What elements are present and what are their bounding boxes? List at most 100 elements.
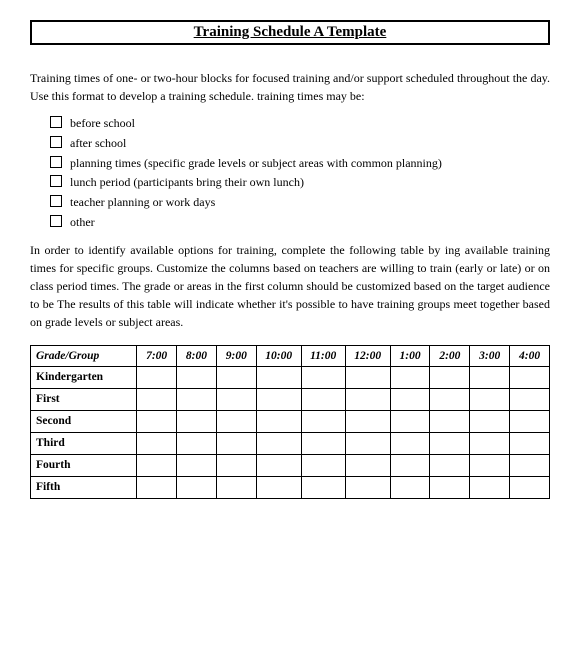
- checkbox-item: lunch period (participants bring their o…: [50, 174, 550, 191]
- time-cell: [301, 454, 345, 476]
- time-cell: [216, 366, 256, 388]
- table-header-cell: 9:00: [216, 345, 256, 366]
- time-cell: [470, 454, 510, 476]
- table-header-cell: Grade/Group: [31, 345, 137, 366]
- time-cell: [301, 432, 345, 454]
- time-cell: [177, 410, 217, 432]
- time-cell: [256, 388, 301, 410]
- checkbox-label: planning times (specific grade levels or…: [70, 155, 442, 172]
- checkbox-item: before school: [50, 115, 550, 132]
- time-cell: [390, 476, 430, 498]
- time-cell: [345, 432, 390, 454]
- time-cell: [345, 366, 390, 388]
- grade-group-cell: Third: [31, 432, 137, 454]
- time-cell: [345, 454, 390, 476]
- time-cell: [301, 366, 345, 388]
- time-cell: [216, 410, 256, 432]
- table-body: KindergartenFirstSecondThirdFourthFifth: [31, 366, 550, 498]
- time-cell: [430, 388, 470, 410]
- table-row: Third: [31, 432, 550, 454]
- checkbox-icon: [50, 156, 62, 168]
- checkbox-icon: [50, 116, 62, 128]
- checkbox-label: other: [70, 214, 95, 231]
- time-cell: [390, 388, 430, 410]
- time-cell: [430, 366, 470, 388]
- time-cell: [256, 454, 301, 476]
- schedule-table: Grade/Group7:008:009:0010:0011:0012:001:…: [30, 345, 550, 499]
- table-header-cell: 12:00: [345, 345, 390, 366]
- table-row: Fifth: [31, 476, 550, 498]
- checkbox-item: teacher planning or work days: [50, 194, 550, 211]
- time-cell: [137, 388, 177, 410]
- time-cell: [256, 366, 301, 388]
- time-cell: [470, 410, 510, 432]
- grade-group-cell: First: [31, 388, 137, 410]
- table-header-cell: 7:00: [137, 345, 177, 366]
- time-cell: [256, 410, 301, 432]
- page-title: Training Schedule A Template: [30, 20, 550, 45]
- checkbox-label: before school: [70, 115, 135, 132]
- table-row: Fourth: [31, 454, 550, 476]
- table-header-row: Grade/Group7:008:009:0010:0011:0012:001:…: [31, 345, 550, 366]
- time-cell: [177, 366, 217, 388]
- table-header-cell: 10:00: [256, 345, 301, 366]
- table-row: Kindergarten: [31, 366, 550, 388]
- table-header-cell: 3:00: [470, 345, 510, 366]
- grade-group-cell: Fourth: [31, 454, 137, 476]
- checkbox-item: after school: [50, 135, 550, 152]
- time-cell: [345, 476, 390, 498]
- time-cell: [430, 410, 470, 432]
- time-cell: [510, 432, 550, 454]
- time-cell: [177, 454, 217, 476]
- checkbox-icon: [50, 215, 62, 227]
- checkbox-label: lunch period (participants bring their o…: [70, 174, 304, 191]
- time-cell: [430, 432, 470, 454]
- checkbox-label: teacher planning or work days: [70, 194, 215, 211]
- time-cell: [137, 454, 177, 476]
- time-cell: [137, 366, 177, 388]
- time-cell: [301, 388, 345, 410]
- grade-group-cell: Fifth: [31, 476, 137, 498]
- time-cell: [470, 388, 510, 410]
- time-cell: [390, 432, 430, 454]
- time-cell: [177, 432, 217, 454]
- time-cell: [510, 476, 550, 498]
- grade-group-cell: Second: [31, 410, 137, 432]
- checkbox-icon: [50, 195, 62, 207]
- time-cell: [470, 476, 510, 498]
- time-cell: [390, 366, 430, 388]
- time-cell: [137, 432, 177, 454]
- body-text: In order to identify available options f…: [30, 241, 550, 331]
- time-cell: [177, 476, 217, 498]
- table-header-cell: 4:00: [510, 345, 550, 366]
- table-header-cell: 11:00: [301, 345, 345, 366]
- time-cell: [216, 432, 256, 454]
- checkbox-icon: [50, 136, 62, 148]
- checkbox-icon: [50, 175, 62, 187]
- time-cell: [510, 388, 550, 410]
- table-header-cell: 2:00: [430, 345, 470, 366]
- time-cell: [301, 476, 345, 498]
- time-cell: [256, 476, 301, 498]
- time-cell: [430, 454, 470, 476]
- time-cell: [216, 388, 256, 410]
- time-cell: [137, 476, 177, 498]
- time-cell: [510, 366, 550, 388]
- table-row: First: [31, 388, 550, 410]
- time-cell: [390, 410, 430, 432]
- time-cell: [216, 476, 256, 498]
- table-header-cell: 8:00: [177, 345, 217, 366]
- intro-text: Training times of one- or two-hour block…: [30, 69, 550, 105]
- time-cell: [345, 388, 390, 410]
- time-cell: [345, 410, 390, 432]
- checkbox-item: other: [50, 214, 550, 231]
- time-cell: [430, 476, 470, 498]
- grade-group-cell: Kindergarten: [31, 366, 137, 388]
- time-cell: [301, 410, 345, 432]
- time-cell: [470, 366, 510, 388]
- time-cell: [137, 410, 177, 432]
- table-row: Second: [31, 410, 550, 432]
- time-cell: [390, 454, 430, 476]
- time-cell: [510, 410, 550, 432]
- time-cell: [216, 454, 256, 476]
